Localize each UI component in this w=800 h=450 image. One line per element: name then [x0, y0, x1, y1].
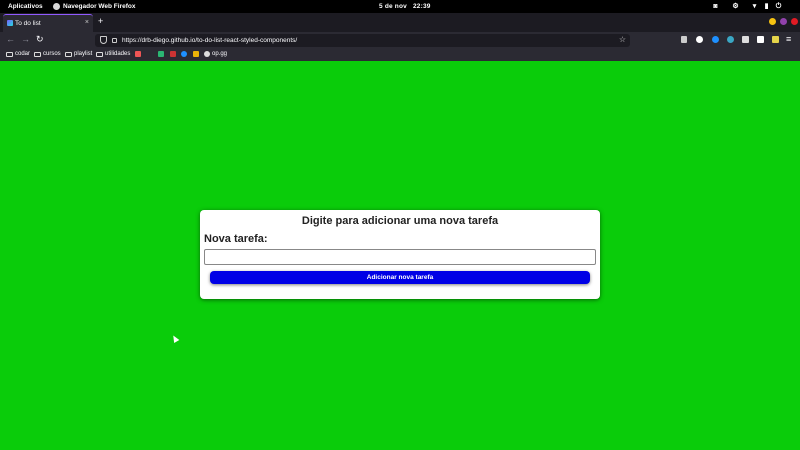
activities-button[interactable]: Aplicativos [8, 3, 43, 10]
app-menu[interactable]: Navegador Web Firefox [63, 3, 135, 10]
wifi-icon[interactable]: ▾ [750, 2, 759, 11]
tab-title: To do list [15, 20, 41, 27]
page-content: Digite para adicionar uma nova tarefa No… [0, 61, 800, 450]
globe-icon [204, 51, 210, 57]
settings-icon[interactable]: ⚙ [731, 2, 740, 11]
clock[interactable]: 5 de nov 22:39 [379, 3, 437, 10]
minimize-button[interactable] [769, 18, 776, 25]
new-task-input[interactable] [204, 249, 596, 265]
tab-strip: To do list × [0, 13, 800, 32]
bookmark-folder-codar[interactable]: codar [6, 51, 30, 57]
bookmark-label: utilidades [105, 51, 131, 57]
bookmark-site-icon [181, 51, 187, 57]
microphone-icon[interactable]: ▮ [762, 2, 771, 11]
bookmark-label: cursos [43, 51, 61, 57]
bookmark-site-icon [170, 51, 176, 57]
close-window-button[interactable] [791, 18, 798, 25]
bookmark-label: codar [15, 51, 31, 57]
bookmark-folder-cursos[interactable]: cursos [34, 51, 61, 57]
folder-icon [34, 51, 41, 57]
camera-icon[interactable]: ◙ [711, 2, 720, 11]
bookmark-label: playlist [74, 51, 93, 57]
bookmark-favicon[interactable] [135, 51, 141, 57]
time-label: 22:39 [412, 3, 431, 10]
bookmark-site-icon [158, 51, 164, 57]
bookmark-favicon[interactable] [193, 51, 199, 57]
tab-to-do-list[interactable]: To do list × [3, 14, 93, 32]
bookmark-label: op.gg [212, 51, 228, 57]
date-label: 5 de nov [379, 3, 407, 10]
back-button[interactable]: ← [6, 34, 15, 44]
forward-button[interactable]: → [21, 34, 30, 44]
bookmark-favicon[interactable] [170, 51, 176, 57]
bookmark-site-icon [193, 51, 199, 57]
power-icon[interactable]: ⏻ [774, 2, 783, 11]
bookmark-folder-utilidades[interactable]: utilidades [96, 51, 130, 57]
add-task-card: Digite para adicionar uma nova tarefa No… [200, 210, 600, 299]
folder-icon [6, 51, 13, 57]
extension-icon[interactable] [727, 36, 734, 43]
extension-icon[interactable] [712, 36, 719, 43]
extension-icon[interactable] [757, 36, 764, 43]
folder-icon [96, 51, 103, 57]
tracking-protection-icon[interactable] [100, 36, 107, 44]
url-text[interactable]: https://drb-diego.github.io/to-do-list-r… [122, 37, 297, 44]
reload-button[interactable]: ↻ [36, 34, 44, 45]
downloads-icon[interactable] [681, 36, 687, 43]
new-tab-button[interactable]: + [98, 16, 103, 26]
bookmark-favicon[interactable] [158, 51, 164, 57]
url-bar[interactable]: https://drb-diego.github.io/to-do-list-r… [95, 34, 630, 47]
bookmarks-toolbar: codar cursos playlist utilidades op.gg [0, 49, 800, 61]
bookmark-favicon[interactable] [181, 51, 187, 57]
add-task-button[interactable]: Adicionar nova tarefa [210, 271, 590, 284]
pen-icon[interactable] [742, 36, 749, 43]
lock-icon[interactable] [112, 38, 117, 43]
close-tab-icon[interactable]: × [85, 19, 89, 26]
new-task-label: Nova tarefa: [204, 233, 268, 245]
bookmark-star-icon[interactable]: ☆ [619, 35, 626, 44]
navigation-toolbar: ← → ↻ https://drb-diego.github.io/to-do-… [0, 32, 800, 49]
extension-icon[interactable] [772, 36, 779, 43]
firefox-icon [53, 2, 60, 10]
account-icon[interactable] [696, 36, 703, 43]
bookmark-op-gg[interactable]: op.gg [204, 51, 227, 57]
tab-favicon-icon [7, 20, 13, 26]
app-menu-button[interactable]: ≡ [786, 34, 791, 44]
system-top-bar: Aplicativos Navegador Web Firefox 5 de n… [0, 0, 800, 13]
mouse-cursor [170, 333, 180, 344]
card-heading: Digite para adicionar uma nova tarefa [301, 215, 499, 227]
maximize-button[interactable] [780, 18, 787, 25]
bookmark-folder-playlist[interactable]: playlist [65, 51, 92, 57]
bookmark-site-icon [135, 51, 141, 57]
folder-icon [65, 51, 72, 57]
